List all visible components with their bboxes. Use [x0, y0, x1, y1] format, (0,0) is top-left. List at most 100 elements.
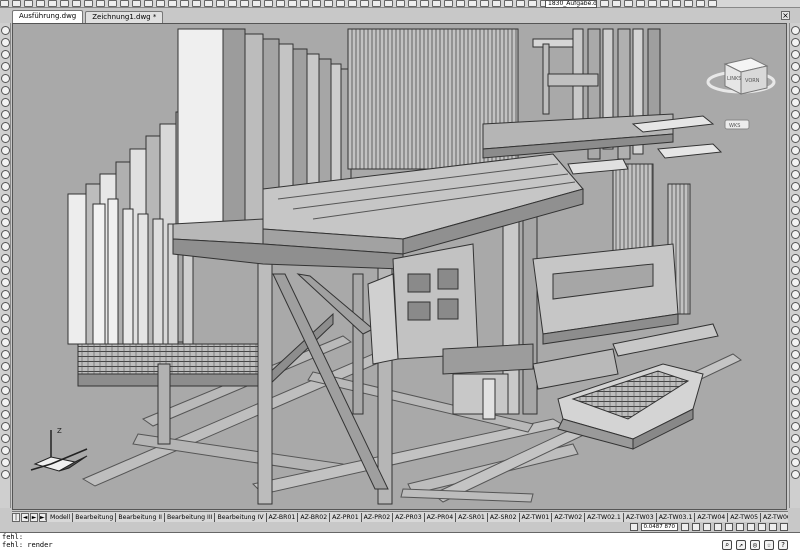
- 3d-fly-icon[interactable]: [790, 98, 800, 107]
- multiline-text-icon[interactable]: [0, 242, 10, 251]
- osnap-status-icon[interactable]: [725, 523, 733, 531]
- snap-icon[interactable]: [600, 0, 609, 7]
- model-viewport[interactable]: LINKS VORN WKS Z: [12, 23, 787, 510]
- lwt-status-icon[interactable]: [769, 523, 777, 531]
- background-icon[interactable]: [790, 302, 800, 311]
- last-tab-button[interactable]: ►|: [39, 512, 47, 522]
- fillet-icon[interactable]: [0, 422, 10, 431]
- scale-icon[interactable]: [0, 338, 10, 347]
- free-orbit-icon[interactable]: [790, 38, 800, 47]
- paste-icon[interactable]: [84, 0, 93, 7]
- previous-tab-button[interactable]: ◄: [21, 512, 29, 522]
- construction-line-icon[interactable]: [0, 38, 10, 47]
- layout-tab[interactable]: AZ-BR02: [298, 512, 331, 522]
- polyline-icon[interactable]: [0, 50, 10, 59]
- viewcube[interactable]: LINKS VORN: [706, 57, 776, 95]
- arrow-icon[interactable]: ↗: [736, 540, 746, 550]
- preview-icon[interactable]: [48, 0, 57, 7]
- tool-palettes-icon[interactable]: [204, 0, 213, 7]
- fog-icon[interactable]: [790, 314, 800, 323]
- measure-icon[interactable]: [372, 0, 381, 7]
- properties-icon[interactable]: [180, 0, 189, 7]
- sphere-icon[interactable]: [0, 470, 10, 479]
- otrack-icon[interactable]: [648, 0, 657, 7]
- 3d-orbit-icon[interactable]: [790, 26, 800, 35]
- annotation-scale-icon[interactable]: [629, 523, 638, 531]
- iso-view-icon[interactable]: [790, 182, 800, 191]
- first-tab-button[interactable]: |◄: [12, 512, 20, 522]
- ucs-z-icon[interactable]: [790, 458, 800, 467]
- hidden-icon[interactable]: [790, 206, 800, 215]
- polar-icon[interactable]: [624, 0, 633, 7]
- layout-tab[interactable]: AZ-TW03: [624, 512, 657, 522]
- copy-object-icon[interactable]: [0, 266, 10, 275]
- pan-icon[interactable]: [132, 0, 141, 7]
- help-icon[interactable]: [360, 0, 369, 7]
- make-block-icon[interactable]: [0, 170, 10, 179]
- front-view-icon[interactable]: [790, 146, 800, 155]
- layout-tab[interactable]: AZ-TW04: [695, 512, 729, 522]
- conceptual-icon[interactable]: [790, 218, 800, 227]
- command-line[interactable]: fehl: fehl: render ⌕ ↗ ◎ ☆ ?: [0, 532, 800, 552]
- layout-tab[interactable]: Modell: [48, 512, 74, 522]
- layer-icon[interactable]: [252, 0, 261, 7]
- orbit-icon[interactable]: [324, 0, 333, 7]
- polar-status-icon[interactable]: [714, 523, 722, 531]
- mtext-icon[interactable]: [468, 0, 477, 7]
- dimension-icon[interactable]: [384, 0, 393, 7]
- arc-icon[interactable]: [0, 86, 10, 95]
- zoom-icon[interactable]: [790, 110, 800, 119]
- wcs-menu[interactable]: WKS: [724, 119, 750, 130]
- viewcube-left-face[interactable]: LINKS: [727, 76, 741, 82]
- layout-tab[interactable]: AZ-SR02: [488, 512, 520, 522]
- table-icon[interactable]: [444, 0, 453, 7]
- top-view-icon[interactable]: [790, 134, 800, 143]
- chamfer-icon[interactable]: [0, 410, 10, 419]
- layout-tab[interactable]: AZ-TW06: [761, 513, 788, 522]
- new-icon[interactable]: [0, 0, 9, 7]
- search-icon[interactable]: ⌕: [722, 540, 732, 550]
- continuous-orbit-icon[interactable]: [790, 50, 800, 59]
- otrack-status-icon[interactable]: [736, 523, 744, 531]
- clean-screen-icon[interactable]: [708, 0, 717, 7]
- layout-tab[interactable]: AZ-TW02.1: [585, 512, 624, 522]
- extend-icon[interactable]: [0, 374, 10, 383]
- ucs-origin-icon[interactable]: [790, 410, 800, 419]
- workspace-icon[interactable]: [684, 0, 693, 7]
- environment-icon[interactable]: [790, 326, 800, 335]
- snap-status-icon[interactable]: [681, 523, 689, 531]
- visual-style-icon[interactable]: [312, 0, 321, 7]
- next-tab-button[interactable]: ►: [30, 512, 38, 522]
- doc-tab-ausfuehrung[interactable]: Ausführung.dwg: [12, 10, 84, 23]
- erase-icon[interactable]: [0, 254, 10, 263]
- subtract-icon[interactable]: [516, 0, 525, 7]
- copy-icon[interactable]: [72, 0, 81, 7]
- layout-tab[interactable]: Bearbeitung: [73, 512, 117, 522]
- block-icon[interactable]: [396, 0, 405, 7]
- camera-icon[interactable]: [348, 0, 357, 7]
- trim-icon[interactable]: [0, 362, 10, 371]
- drawing-name-field[interactable]: 1830_Aufgabe.dwg: [545, 0, 597, 8]
- layout-tab[interactable]: Bearbeitung III: [165, 512, 216, 522]
- offset-icon[interactable]: [0, 290, 10, 299]
- redo-icon[interactable]: [120, 0, 129, 7]
- zoom-realtime-icon[interactable]: [144, 0, 153, 7]
- wireframe-icon[interactable]: [790, 194, 800, 203]
- ortho-icon[interactable]: [612, 0, 621, 7]
- region-tool-icon[interactable]: [0, 218, 10, 227]
- close-drawing-button[interactable]: ×: [781, 11, 790, 20]
- gradient-icon[interactable]: [0, 206, 10, 215]
- render-icon[interactable]: [276, 0, 285, 7]
- print-icon[interactable]: [36, 0, 45, 7]
- layout-tab[interactable]: AZ-PR02: [362, 512, 394, 522]
- lock-icon[interactable]: [696, 0, 705, 7]
- help-icon[interactable]: ?: [778, 540, 788, 550]
- model-status-icon[interactable]: [780, 523, 788, 531]
- intersect-icon[interactable]: [528, 0, 537, 7]
- stretch-icon[interactable]: [0, 350, 10, 359]
- ucs-3point-icon[interactable]: [790, 422, 800, 431]
- table-tool-icon[interactable]: [0, 230, 10, 239]
- rotate-icon[interactable]: [0, 326, 10, 335]
- undo-icon[interactable]: [108, 0, 117, 7]
- cylinder-icon[interactable]: [0, 458, 10, 467]
